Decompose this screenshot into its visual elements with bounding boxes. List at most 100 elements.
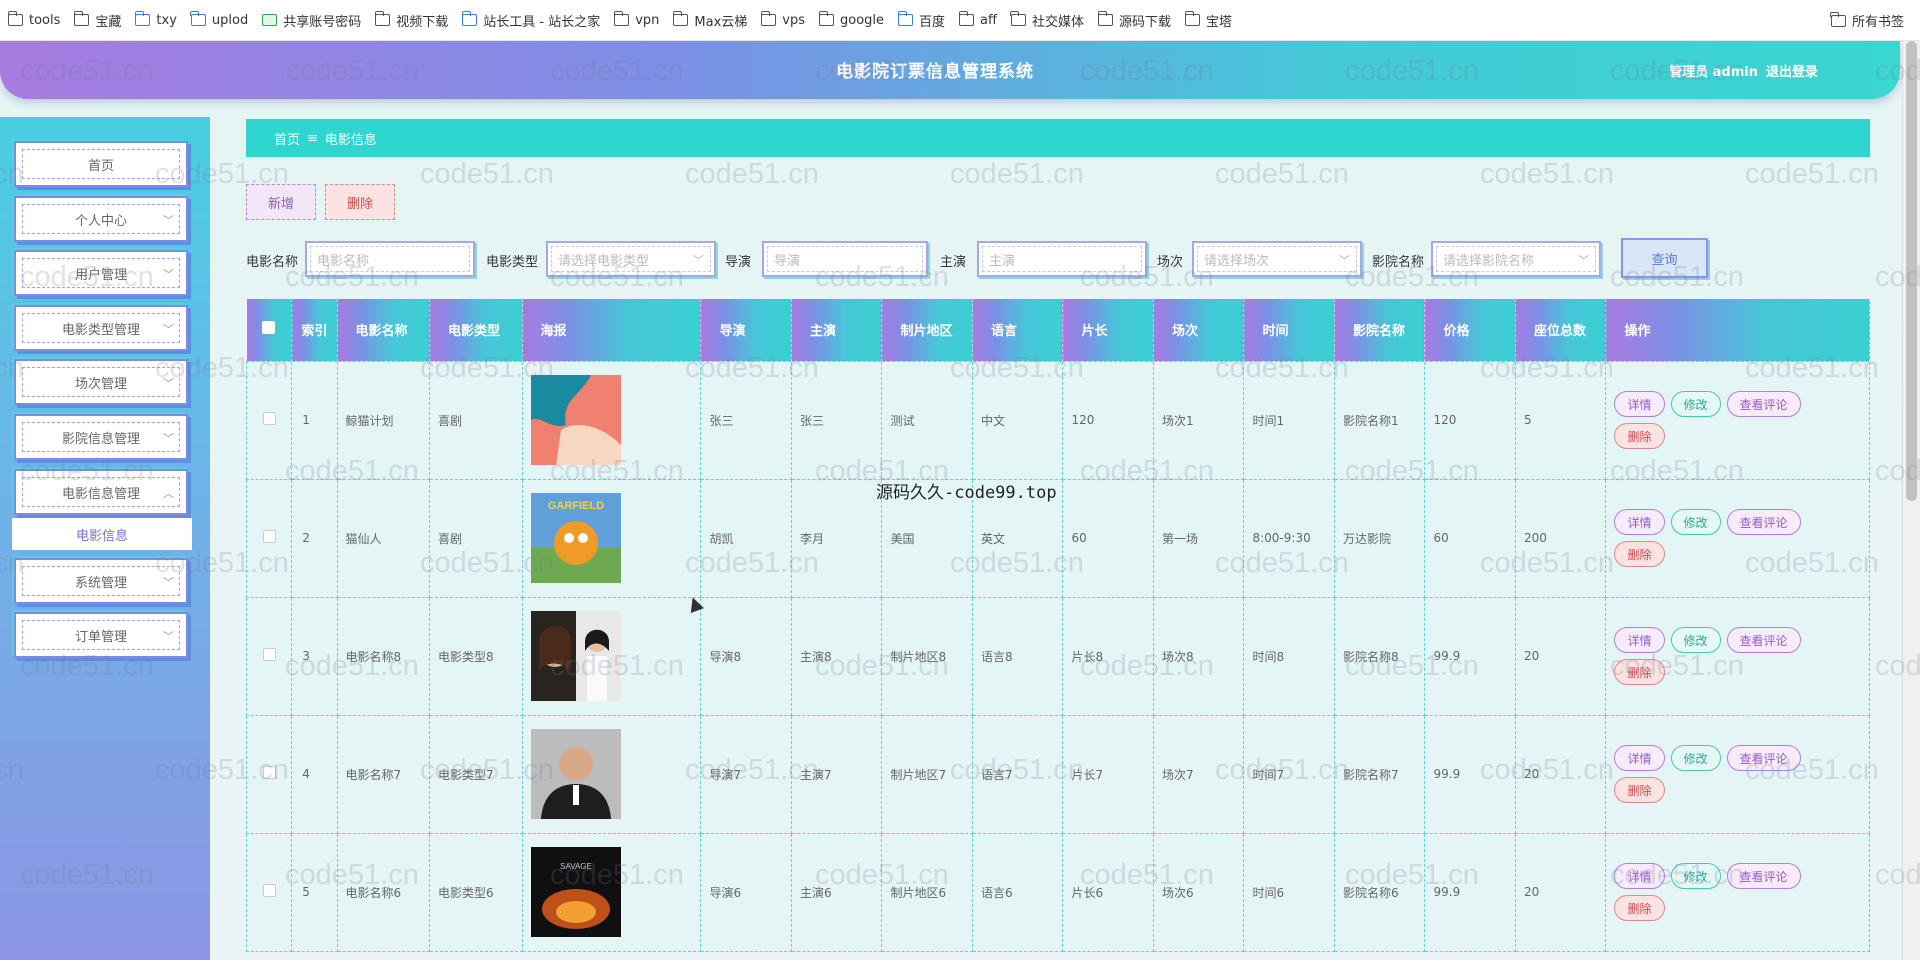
cell-idx: 5: [291, 832, 338, 952]
bookmark-item[interactable]: uplod: [190, 11, 248, 28]
add-button[interactable]: 新增: [246, 184, 316, 220]
folder-icon: [1184, 11, 1201, 26]
detail-button[interactable]: 详情: [1614, 745, 1665, 771]
chevron-up-icon: ︿: [163, 487, 174, 500]
search-select[interactable]: 请选择场次 ﹀: [1192, 241, 1362, 277]
sidebar-item[interactable]: 订单管理 ﹀: [14, 612, 188, 658]
view-comments-button[interactable]: 查看评论: [1726, 391, 1801, 417]
delete-button[interactable]: 删除: [1614, 895, 1665, 921]
bookmarks-bar: tools 宝藏 txy uplod 共享账号密码 视频下载 站长工具 - 站长之家 vpn M…: [0, 0, 1920, 41]
detail-button[interactable]: 详情: [1614, 863, 1665, 889]
detail-button[interactable]: 详情: [1614, 627, 1665, 653]
bookmark-item[interactable]: txy: [134, 11, 177, 28]
cell-director: 导演6: [700, 832, 792, 952]
edit-button[interactable]: 修改: [1670, 391, 1721, 417]
row-checkbox[interactable]: [246, 714, 293, 834]
all-bookmarks[interactable]: 所有书签: [1830, 0, 1904, 41]
table-row: 1 鲸猫计划 喜剧 张三 张三 测试 中文 120 场次1 时间1 影院名称1 120 5 详情 修改 查看评…: [246, 360, 1870, 480]
bookmark-item[interactable]: 站长工具 - 站长之家: [461, 11, 600, 30]
bookmark-item[interactable]: vps: [760, 11, 805, 28]
search-input[interactable]: 电影名称: [305, 241, 475, 277]
sidebar-item[interactable]: 个人中心 ﹀: [14, 196, 188, 242]
cell-idx: 1: [291, 360, 338, 480]
bookmark-item[interactable]: google: [818, 11, 884, 28]
edit-button[interactable]: 修改: [1670, 863, 1721, 889]
bookmark-item[interactable]: tools: [7, 11, 60, 28]
cell-idx: 2: [291, 478, 338, 598]
cell-type: 电影类型8: [429, 596, 523, 716]
scrollbar-thumb[interactable]: [1906, 41, 1917, 501]
search-select[interactable]: 请选择电影类型 ﹀: [546, 241, 716, 277]
cell-time: 时间1: [1243, 360, 1335, 480]
bookmark-item[interactable]: aff: [958, 11, 997, 28]
breadcrumb-home[interactable]: 首页: [274, 129, 300, 148]
row-actions: 详情 修改 查看评论删除: [1614, 391, 1834, 449]
search-select[interactable]: 请选择影院名称 ﹀: [1431, 241, 1601, 277]
search-input[interactable]: 导演: [762, 241, 928, 277]
row-checkbox[interactable]: [246, 596, 293, 716]
delete-button[interactable]: 删除: [1614, 423, 1665, 449]
cell-actor: 李月: [790, 478, 883, 598]
detail-button[interactable]: 详情: [1614, 509, 1665, 535]
row-checkbox[interactable]: [246, 360, 293, 480]
sidebar-item[interactable]: 电影信息管理 ︿: [14, 469, 188, 515]
bookmark-item[interactable]: 宝藏: [73, 11, 121, 30]
detail-button[interactable]: 详情: [1614, 391, 1665, 417]
sidebar-item[interactable]: 首页: [14, 141, 188, 187]
poster-image: [521, 596, 702, 716]
folder-icon: [374, 11, 391, 26]
poster-image: GARFIELD: [521, 478, 702, 598]
delete-button[interactable]: 删除: [1614, 659, 1665, 685]
sidebar-item-label: 系统管理: [74, 575, 127, 591]
cloud-icon: [134, 11, 151, 26]
column-header: 海报: [522, 299, 702, 361]
query-button[interactable]: 查询: [1621, 238, 1708, 278]
sidebar-subitem-movie-info[interactable]: 电影信息: [12, 518, 192, 550]
select-all-checkbox[interactable]: [246, 299, 293, 361]
sidebar-item[interactable]: 电影类型管理 ﹀: [14, 305, 188, 351]
app: 电影院订票信息管理系统 管理员 admin 退出登录 首页 个人中心 ﹀ 用户管理 ﹀ 电…: [0, 41, 1920, 960]
view-comments-button[interactable]: 查看评论: [1726, 627, 1801, 653]
sidebar-item-label: 场次管理: [74, 376, 127, 392]
row-checkbox[interactable]: [246, 832, 293, 952]
folder-icon: [73, 11, 90, 26]
row-checkbox[interactable]: [246, 478, 293, 598]
watermark-text: code51.cn: [1745, 158, 1879, 190]
search-label: 影院名称: [1372, 255, 1425, 270]
view-comments-button[interactable]: 查看评论: [1726, 509, 1801, 535]
bookmark-item[interactable]: 社交媒体: [1010, 11, 1084, 30]
bookmark-item[interactable]: 共享账号密码: [262, 11, 361, 30]
bookmark-item[interactable]: vpn: [613, 11, 659, 28]
sidebar-item[interactable]: 用户管理 ﹀: [14, 250, 188, 296]
delete-button[interactable]: 删除: [1614, 777, 1665, 803]
sidebar-item[interactable]: 系统管理 ﹀: [14, 558, 188, 604]
edit-button[interactable]: 修改: [1670, 627, 1721, 653]
batch-delete-button[interactable]: 删除: [325, 184, 395, 220]
edit-button[interactable]: 修改: [1670, 745, 1721, 771]
bookmark-item[interactable]: Max云梯: [672, 11, 747, 30]
cell-actions: 详情 修改 查看评论删除: [1605, 714, 1870, 834]
bookmark-item[interactable]: 视频下载: [374, 11, 448, 30]
bookmark-item[interactable]: 宝塔: [1184, 11, 1232, 30]
cell-type: 喜剧: [429, 478, 523, 598]
sidebar-item[interactable]: 影院信息管理 ﹀: [14, 414, 188, 460]
view-comments-button[interactable]: 查看评论: [1726, 863, 1801, 889]
search-label: 场次: [1157, 255, 1184, 270]
cell-region: 测试: [881, 360, 973, 480]
edit-button[interactable]: 修改: [1670, 509, 1721, 535]
view-comments-button[interactable]: 查看评论: [1726, 745, 1801, 771]
cell-length: 120: [1062, 360, 1154, 480]
bookmark-item[interactable]: 源码下载: [1097, 11, 1171, 30]
cell-price: 60: [1424, 478, 1516, 598]
cell-lang: 语言6: [971, 832, 1064, 952]
cell-price: 99.9: [1424, 714, 1516, 834]
cell-time: 时间7: [1243, 714, 1335, 834]
logout-link[interactable]: 退出登录: [1766, 61, 1818, 80]
vertical-scrollbar[interactable]: [1902, 41, 1920, 960]
bookmark-item[interactable]: 百度: [897, 11, 945, 30]
search-input[interactable]: 主演: [977, 241, 1147, 277]
chevron-down-icon: ﹀: [163, 268, 174, 281]
delete-button[interactable]: 删除: [1614, 541, 1665, 567]
svg-text:GARFIELD: GARFIELD: [547, 500, 603, 512]
sidebar-item[interactable]: 场次管理 ﹀: [14, 359, 188, 405]
